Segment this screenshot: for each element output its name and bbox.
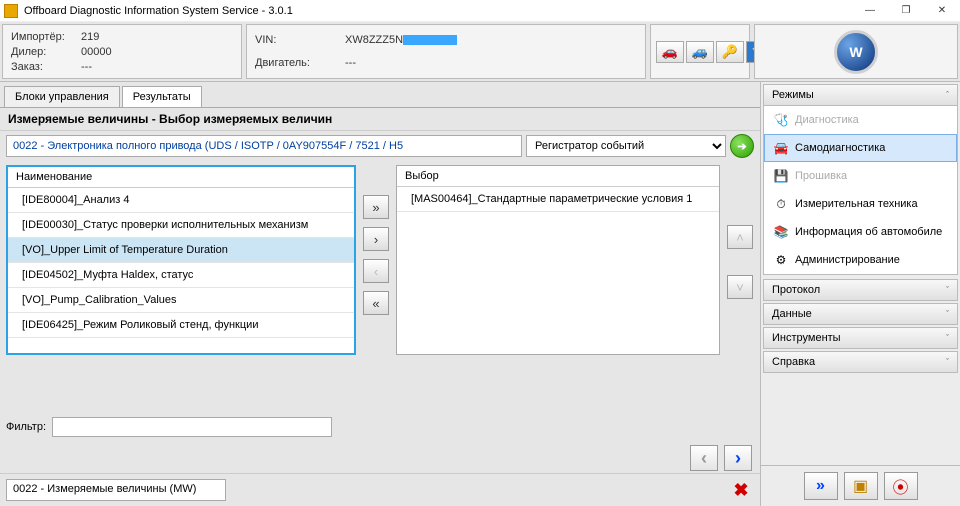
footer-stop-button[interactable]: ⦿ <box>884 472 918 500</box>
car-icon[interactable]: 🚗 <box>656 41 684 63</box>
side-section: Инструментыˇ <box>763 327 958 349</box>
mode-combo[interactable]: Регистратор событий <box>526 135 726 157</box>
side-section: Протоколˇ <box>763 279 958 301</box>
dealer-value: 00000 <box>81 46 112 58</box>
side-section: Данныеˇ <box>763 303 958 325</box>
tab-results[interactable]: Результаты <box>122 86 202 107</box>
order-label: Заказ: <box>11 61 81 73</box>
selected-list-header: Выбор <box>397 166 719 187</box>
tabs: Блоки управления Результаты <box>0 82 760 107</box>
mode-label: Самодиагностика <box>795 142 885 154</box>
mode-icon: 🚘 <box>773 140 789 156</box>
window-close[interactable]: ✕ <box>924 0 960 22</box>
window-maximize[interactable]: ❐ <box>888 0 924 22</box>
move-all-left-button[interactable]: « <box>363 291 389 315</box>
side-footer: » ▣ ⦿ <box>761 465 960 506</box>
side-panel: Режимыˆ 🩺 Диагностика 🚘 Самодиагностика 💾 Про… <box>760 82 960 506</box>
mode-label: Прошивка <box>795 170 847 182</box>
section-header[interactable]: Справкаˇ <box>764 352 957 372</box>
mode-label: Информация об автомобиле <box>795 226 942 238</box>
move-right-button[interactable]: › <box>363 227 389 251</box>
mode-label: Администрирование <box>795 254 900 266</box>
mode-item: 🩺 Диагностика <box>764 106 957 134</box>
chevron-down-icon: ˇ <box>946 333 949 343</box>
section-header[interactable]: Данныеˇ <box>764 304 957 324</box>
selected-list-body[interactable]: [MAS00464]_Стандартные параметрические у… <box>397 187 719 354</box>
mode-icon: 💾 <box>773 168 789 184</box>
app-icon <box>4 4 18 18</box>
available-list: Наименование [IDE80004]_Анализ 4[IDE0003… <box>6 165 356 355</box>
status-text: 0022 - Измеряемые величины (MW) <box>6 479 226 501</box>
move-left-button[interactable]: ‹ <box>363 259 389 283</box>
header-toolbar: 🚗 🚙 🔑 🔌 <box>650 24 750 79</box>
tab-control-units[interactable]: Блоки управления <box>4 86 120 107</box>
importer-label: Импортёр: <box>11 31 81 43</box>
chevron-down-icon: ˇ <box>946 357 949 367</box>
order-value: --- <box>81 61 92 73</box>
available-list-header: Наименование <box>8 167 354 188</box>
filter-label: Фильтр: <box>6 421 46 433</box>
key-icon[interactable]: 🔑 <box>716 41 744 63</box>
next-button[interactable]: › <box>724 445 752 471</box>
footer-expand-button[interactable]: ▣ <box>844 472 878 500</box>
vin-label: VIN: <box>255 34 345 46</box>
vin-panel: VIN:XW8ZZZ5N Двигатель:--- <box>246 24 646 79</box>
list-item[interactable]: [VO]_Pump_Calibration_Values <box>8 288 354 313</box>
mode-item[interactable]: 📚 Информация об автомобиле <box>764 218 957 246</box>
selected-list: Выбор [MAS00464]_Стандартные параметриче… <box>396 165 720 355</box>
filter-input[interactable] <box>52 417 332 437</box>
vw-logo-icon: W <box>834 30 878 74</box>
titlebar: Offboard Diagnostic Information System S… <box>0 0 960 22</box>
list-item[interactable]: [MAS00464]_Стандартные параметрические у… <box>397 187 719 212</box>
control-unit-description: 0022 - Электроника полного привода (UDS … <box>6 135 522 157</box>
engine-value: --- <box>345 57 545 69</box>
engine-label: Двигатель: <box>255 57 345 69</box>
list-item[interactable]: [IDE00030]_Статус проверки исполнительны… <box>8 213 354 238</box>
mode-icon: ⏱ <box>773 196 789 212</box>
mode-item[interactable]: 🚘 Самодиагностика <box>764 134 957 162</box>
list-item[interactable]: [IDE80004]_Анализ 4 <box>8 188 354 213</box>
window-minimize[interactable]: — <box>852 0 888 22</box>
header: Импортёр:219 Дилер:00000 Заказ:--- VIN:X… <box>0 22 960 82</box>
chevron-down-icon: ˇ <box>946 285 949 295</box>
mode-item: 💾 Прошивка <box>764 162 957 190</box>
move-all-right-button[interactable]: » <box>363 195 389 219</box>
chevron-up-icon: ˆ <box>946 90 949 100</box>
vin-value: XW8ZZZ5N <box>345 34 545 46</box>
modes-header[interactable]: Режимыˆ <box>764 85 957 106</box>
brand-logo-panel: W <box>754 24 958 79</box>
nocar-icon[interactable]: 🚙 <box>686 41 714 63</box>
dealer-label: Дилер: <box>11 46 81 58</box>
vin-redacted <box>403 35 457 45</box>
section-header[interactable]: Инструментыˇ <box>764 328 957 348</box>
section-header[interactable]: Протоколˇ <box>764 280 957 300</box>
go-button[interactable]: ➔ <box>730 134 754 158</box>
mode-icon: 🩺 <box>773 112 789 128</box>
footer-forward-button[interactable]: » <box>804 472 838 500</box>
prev-button[interactable]: ‹ <box>690 445 718 471</box>
importer-panel: Импортёр:219 Дилер:00000 Заказ:--- <box>2 24 242 79</box>
mode-icon: ⚙ <box>773 252 789 268</box>
mode-item[interactable]: ⚙ Администрирование <box>764 246 957 274</box>
side-section: Справкаˇ <box>763 351 958 373</box>
list-item[interactable]: [IDE04502]_Муфта Haldex, статус <box>8 263 354 288</box>
move-down-button[interactable]: ˅ <box>727 275 753 299</box>
window-title: Offboard Diagnostic Information System S… <box>24 5 852 17</box>
chevron-down-icon: ˇ <box>946 309 949 319</box>
available-list-body[interactable]: [IDE80004]_Анализ 4[IDE00030]_Статус про… <box>8 188 354 353</box>
mode-label: Измерительная техника <box>795 198 918 210</box>
move-up-button[interactable]: ˄ <box>727 225 753 249</box>
status-close-icon[interactable]: ✖ <box>728 478 754 502</box>
mode-item[interactable]: ⏱ Измерительная техника <box>764 190 957 218</box>
modes-accordion: Режимыˆ 🩺 Диагностика 🚘 Самодиагностика 💾 Про… <box>763 84 958 275</box>
mode-label: Диагностика <box>795 114 859 126</box>
mode-icon: 📚 <box>773 224 789 240</box>
importer-value: 219 <box>81 31 99 43</box>
list-item[interactable]: [VO]_Upper Limit of Temperature Duration <box>8 238 354 263</box>
list-item[interactable]: [IDE06425]_Режим Роликовый стенд, функци… <box>8 313 354 338</box>
page-title: Измеряемые величины - Выбор измеряемых в… <box>0 107 760 131</box>
